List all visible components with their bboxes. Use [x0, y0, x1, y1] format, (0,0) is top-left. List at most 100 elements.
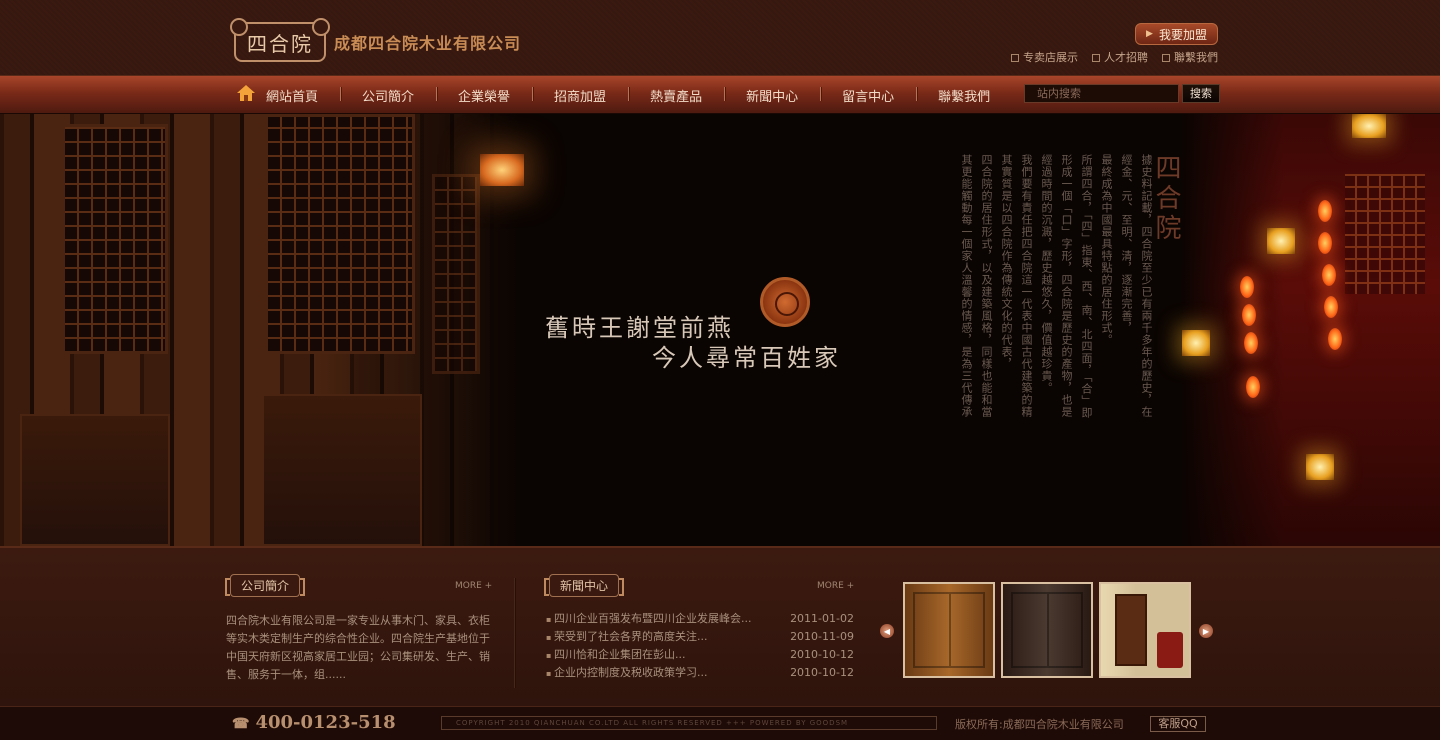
banner-vertical-title: 四合院: [1151, 154, 1181, 244]
door-panel: [1115, 594, 1147, 666]
hotline: ☎ 400-0123-518: [232, 712, 396, 733]
news-title[interactable]: 荣受到了社会各界的高度关注...: [546, 628, 708, 646]
red-lantern-icon: [1242, 304, 1256, 326]
main-nav: 網站首頁 公司簡介 企業榮譽 招商加盟 熱賣產品 新聞中心 留言中心 聯繫我們 …: [0, 76, 1440, 114]
top-link-jobs[interactable]: 人才招聘: [1092, 49, 1148, 65]
join-button-label: 我要加盟: [1158, 27, 1207, 42]
search-button[interactable]: 搜索: [1182, 84, 1220, 103]
wood-panel: [20, 414, 170, 546]
news-list: 四川企业百强发布暨四川企业发展峰会... 2011-01-02 荣受到了社会各界…: [546, 610, 854, 682]
site-search-input[interactable]: 站内搜索: [1024, 84, 1179, 103]
footer-company: 版权所有:成都四合院木业有限公司: [955, 718, 1124, 731]
top-link-stores-label: 专卖店展示: [1023, 51, 1078, 64]
nav-item-products[interactable]: 熱賣產品: [628, 86, 724, 105]
top-link-contact[interactable]: 聯繫我們: [1162, 49, 1218, 65]
list-item[interactable]: 四川恰和企业集团在彭山... 2010-10-12: [546, 646, 854, 664]
red-lantern-icon: [1318, 200, 1332, 222]
lattice-window: [432, 174, 480, 374]
red-lantern-icon: [1240, 276, 1254, 298]
nav-item-franchise[interactable]: 招商加盟: [532, 86, 628, 105]
vertical-text-line: 其實質是以四合院作為傳統文化的代表，: [1000, 154, 1013, 370]
section-divider: [514, 578, 515, 688]
product-carousel: ◀ ▶: [880, 580, 1220, 678]
home-icon: [237, 84, 255, 101]
nav-item-guestbook[interactable]: 留言中心: [820, 86, 916, 105]
lattice-window: [62, 124, 168, 354]
bullet-icon: [1011, 54, 1019, 62]
vertical-text-line: 所謂四合，「四」指東、西、南、北四面，「合」即四面房屋圍在一起，: [1080, 154, 1093, 419]
nav-item-news[interactable]: 新聞中心: [724, 86, 820, 105]
bullet-icon: [1092, 54, 1100, 62]
nav-item-honors[interactable]: 企業榮譽: [436, 86, 532, 105]
red-lantern-icon: [1246, 376, 1260, 398]
carousel-next-button[interactable]: ▶: [1199, 624, 1213, 638]
qq-service-button[interactable]: 客服QQ: [1150, 716, 1206, 732]
carousel-prev-button[interactable]: ◀: [880, 624, 894, 638]
news-title[interactable]: 四川恰和企业集团在彭山...: [546, 646, 686, 664]
list-item[interactable]: 四川企业百强发布暨四川企业发展峰会... 2011-01-02: [546, 610, 854, 628]
copyright: COPYRIGHT 2010 QIANCHUAN CO.LTD ALL RIGH…: [441, 716, 937, 730]
news-more-link[interactable]: MORE +: [817, 581, 854, 591]
about-more-link[interactable]: MORE +: [455, 581, 492, 591]
lamp-icon: [1182, 330, 1210, 356]
product-thumbnail[interactable]: [1001, 582, 1093, 678]
play-arrow-icon: ▶: [1146, 29, 1153, 39]
vertical-text-line: 形成一個「口」字形，四合院是歷史的產物，也是中國古老且最大的合院。: [1060, 154, 1073, 418]
emblem-icon: [760, 277, 810, 327]
hero-banner: 據史料記載，四合院至少已有兩千多年的歷史，在遼代已初具規模， 經金、元、至明、清…: [0, 114, 1440, 546]
poem-line-2: 今人尋常百姓家: [652, 344, 841, 372]
news-title[interactable]: 四川企业百强发布暨四川企业发展峰会...: [546, 610, 752, 628]
red-lantern-icon: [1244, 332, 1258, 354]
vertical-text-line: 最終成為中國最具特點的居住形式。: [1100, 154, 1113, 346]
about-section-title: 公司簡介: [224, 574, 306, 597]
door-panel: [913, 592, 985, 668]
vertical-text-line: 經過時間的沉澱，歷史越悠久，價值越珍貴。: [1040, 154, 1053, 394]
vertical-text-line: 其更能觸動每一個家人溫馨的情感，是為三代傳承的居住方式，其精髓就是和睦。: [960, 154, 973, 418]
site-footer: ☎ 400-0123-518 COPYRIGHT 2010 QIANCHUAN C…: [0, 706, 1440, 740]
lattice-window: [265, 114, 415, 354]
nav-items: 網站首頁 公司簡介 企業榮譽 招商加盟 熱賣產品 新聞中心 留言中心 聯繫我們: [234, 76, 1012, 114]
top-link-stores[interactable]: 专卖店展示: [1011, 49, 1078, 65]
lamp-icon: [1352, 114, 1386, 138]
phone-icon: ☎: [232, 716, 250, 732]
lattice-window: [1345, 174, 1425, 294]
company-name: 成都四合院木业有限公司: [334, 34, 522, 53]
list-item[interactable]: 荣受到了社会各界的高度关注... 2010-11-09: [546, 628, 854, 646]
chair: [1157, 632, 1183, 668]
news-date: 2010-10-12: [790, 648, 854, 661]
news-date: 2011-01-02: [790, 612, 854, 625]
about-text: 四合院木业有限公司是一家专业从事木门、家具、衣柜等实木类定制生产的综合性企业。四…: [226, 614, 490, 681]
intro-vertical-text: 據史料記載，四合院至少已有兩千多年的歷史，在遼代已初具規模， 經金、元、至明、清…: [958, 154, 1154, 424]
door-panel: [1011, 592, 1083, 668]
news-title[interactable]: 企业内控制度及税收政策学习...: [546, 664, 708, 682]
nav-item-about[interactable]: 公司簡介: [340, 86, 436, 105]
red-lantern-icon: [1328, 328, 1342, 350]
vertical-text-line: 我們要有責任把四合院這一代表中國古代建築的精品繼承下去，: [1020, 154, 1033, 418]
lamp-icon: [1306, 454, 1334, 480]
nav-item-contact[interactable]: 聯繫我們: [916, 86, 1012, 105]
lantern-icon: [480, 154, 524, 186]
red-lantern-icon: [1324, 296, 1338, 318]
product-thumbnail[interactable]: [903, 582, 995, 678]
list-item[interactable]: 企业内控制度及税收政策学习... 2010-10-12: [546, 664, 854, 682]
vertical-text-line: 經金、元、至明、清，逐漸完善，: [1120, 154, 1133, 334]
vertical-text-line: 四合院的居住形式，以及建築風格，同樣也能和當今: [980, 154, 993, 418]
lamp-icon: [1267, 228, 1295, 254]
logo-text: 四合院: [247, 31, 313, 56]
content-area: 公司簡介 MORE + 四合院木业有限公司是一家专业从事木门、家具、衣柜等实木类…: [0, 546, 1440, 706]
top-links: 专卖店展示 人才招聘 聯繫我們: [1011, 49, 1218, 65]
product-thumbnail[interactable]: [1099, 582, 1191, 678]
news-date: 2010-11-09: [790, 630, 854, 643]
news-section-title: 新聞中心: [543, 574, 625, 597]
join-button[interactable]: ▶ 我要加盟: [1135, 23, 1218, 45]
logo[interactable]: 四合院: [230, 18, 330, 62]
nav-item-home[interactable]: 網站首頁: [234, 84, 340, 105]
red-lantern-icon: [1318, 232, 1332, 254]
top-link-jobs-label: 人才招聘: [1104, 51, 1148, 64]
top-link-contact-label: 聯繫我們: [1174, 51, 1218, 64]
site-header: 四合院 成都四合院木业有限公司 ▶ 我要加盟 专卖店展示 人才招聘 聯繫我們: [0, 0, 1440, 76]
news-date: 2010-10-12: [790, 666, 854, 679]
red-lantern-icon: [1322, 264, 1336, 286]
wood-panel: [262, 394, 422, 546]
hotline-number: 400-0123-518: [255, 712, 396, 733]
